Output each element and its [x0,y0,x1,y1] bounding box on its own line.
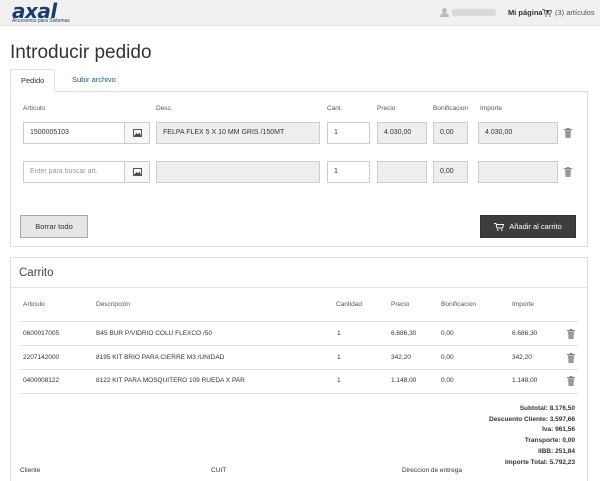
cart-row-bonificacion: 0,00 [441,330,454,337]
cart-row-precio: 6.686,30 [391,330,417,337]
cart-title: Carrito [19,267,54,279]
cart-divider [11,287,587,288]
cart-row-articulo: 0600017005 [23,330,60,337]
total-iibb: IIBB: 251,84 [420,447,575,458]
add-to-cart-button[interactable]: Añadir al carrito [480,215,576,238]
total-iva: Iva: 961,56 [420,425,575,436]
trash-icon[interactable] [567,376,575,386]
col-label-desc: Desc. [156,105,173,112]
total-subtotal: Subtotal: 8.176,50 [420,404,575,415]
image-icon [133,129,142,137]
total-descuento: Descuento Cliente: 3.597,66 [420,415,575,426]
price-field: 4.030,00 [377,122,427,144]
total-label: Importe Total: [505,458,548,466]
col-label-cant: Cant. [327,105,343,112]
total-value: 251,84 [555,447,575,455]
cart-row-articulo: 0400008122 [23,377,60,384]
cart-totals: Subtotal: 8.176,50 Descuento Cliente: 3.… [420,404,575,468]
trash-icon[interactable] [567,329,575,339]
row-divider [19,321,578,322]
cart-row-descripcion: 8122 KIT PARA MOSQUITERO 109 RUEDA X PAR [96,377,245,384]
bonus-field-2: 0,00 [433,161,468,183]
cart-row-articulo: 2207142000 [23,354,60,361]
tab-bar: Pedido Subir archivo [10,69,588,92]
total-transporte: Transporte: 0,00 [420,436,575,447]
tab-pedido[interactable]: Pedido [10,69,56,92]
cart-row-descripcion: 8195 KIT BRIO PARA CIERRE M3 /UNIDAD [96,354,225,361]
client-label: Cliente [20,467,41,474]
price-field-2 [377,161,427,183]
cart-row-importe: 342,20 [512,354,532,361]
cart-row-cantidad: 1 [337,330,341,337]
total-value: 0,00 [562,437,575,445]
cart-row-bonificacion: 0,00 [441,377,454,384]
logo[interactable]: axal Accesorios para Sistemas [12,1,70,24]
tab-subir-archivo[interactable]: Subir archivo [62,69,126,92]
amount-field-2 [478,161,558,183]
row-divider [19,393,578,394]
header-cart-label: (3) artículos [555,8,595,17]
col-label-articulo: Artículo [23,105,46,112]
total-label: IIBB: [538,447,554,455]
row-divider [19,369,578,370]
col-label-bonificacion: Bonificacion [433,105,469,112]
user-icon [440,8,449,17]
clear-all-button[interactable]: Borrar todo [20,215,88,238]
cart-row-importe: 6.686,30 [512,330,538,337]
cart-col-descripcion: Descripción [96,301,130,308]
user-menu-label: Mi página [508,8,543,17]
cuit-label: CUIT [211,467,227,474]
article-search-input[interactable]: Enter para buscar art. [23,161,125,183]
quantity-input-2[interactable]: 1 [327,161,370,183]
col-label-importe: Importe [480,105,503,112]
row-divider [19,345,578,346]
trash-icon[interactable] [567,353,575,363]
cart-row-bonificacion: 0,00 [441,354,454,361]
logo-subtitle: Accesorios para Sistemas [12,18,70,24]
quantity-input[interactable]: 1 [327,122,370,144]
cart-row-precio: 1.148,00 [391,377,417,384]
cart-icon [494,223,505,231]
cart-col-bonificacion: Bonificacion [441,301,477,308]
page-title: Introducir pedido [10,42,152,63]
description-field-2 [156,161,320,183]
cart-row-descripcion: B45 BUR P/VIDRIO COLU FLEXCO /50 [96,330,212,337]
image-icon [133,168,142,176]
cart-col-precio: Precio [391,301,410,308]
trash-icon[interactable] [564,128,572,138]
cart-col-articulo: Articulo [23,301,45,308]
total-label: Subtotal: [519,405,548,412]
total-label: Transporte: [524,437,561,445]
user-menu[interactable]: Mi página ▼ [440,8,551,17]
bonus-field: 0,00 [433,122,468,144]
cart-icon [542,8,552,17]
cart-row-cantidad: 1 [337,377,341,384]
total-value: 961,56 [555,426,575,434]
total-label: Iva: [542,426,554,434]
total-value: 5.792,23 [549,458,575,466]
header-cart-link[interactable]: (3) artículos [542,8,595,17]
article-image-button-2[interactable] [124,161,150,183]
amount-field: 4.030,00 [478,122,558,144]
top-bar: axal Accesorios para Sistemas Mi página … [0,0,600,26]
cart-col-cantidad: Cantidad [336,301,363,308]
description-field: FELPA FLEX 5 X 10 MM GRIS /150MT [156,122,320,144]
article-image-button[interactable] [124,122,150,144]
total-value: 8.176,50 [549,405,575,412]
trash-icon[interactable] [564,167,572,177]
user-name-redacted [452,9,496,16]
cart-row-importe: 1.148,00 [512,377,538,384]
add-to-cart-label: Añadir al carrito [509,222,562,231]
total-label: Descuento Cliente: [489,415,548,423]
cart-col-importe: Importe [512,301,535,308]
col-label-precio: Precio [377,105,396,112]
delivery-address-label: Direccion de entrega [402,467,462,474]
article-input[interactable]: 1500005103 [23,122,125,144]
cart-row-cantidad: 1 [337,354,341,361]
cart-row-precio: 342,20 [391,354,411,361]
total-value: 3.597,66 [549,415,575,423]
